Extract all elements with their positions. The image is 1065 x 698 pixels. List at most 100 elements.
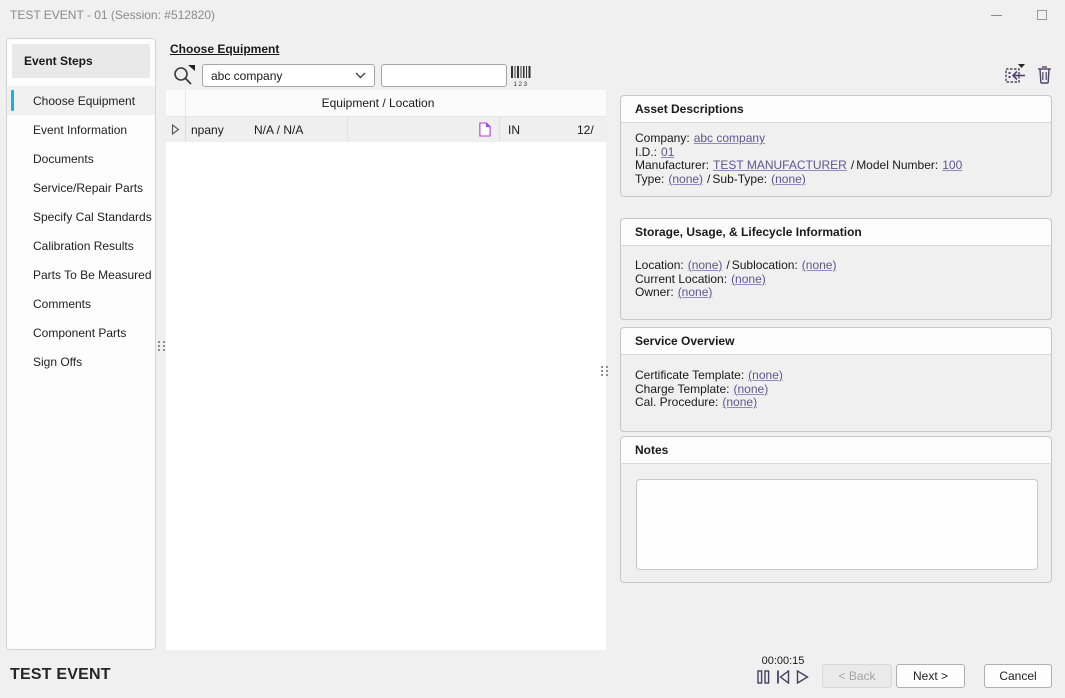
manufacturer-link[interactable]: TEST MANUFACTURER [713, 159, 847, 172]
equipment-search-input[interactable] [381, 64, 507, 87]
separator: / [707, 173, 710, 186]
document-icon [478, 122, 491, 137]
subtype-link[interactable]: (none) [771, 173, 806, 186]
session-timer-block: 00:00:15 [754, 655, 812, 684]
sidebar-item-label: Calibration Results [33, 239, 134, 253]
window-controls [973, 0, 1065, 30]
storage-usage-title: Storage, Usage, & Lifecycle Information [621, 219, 1051, 246]
type-link[interactable]: (none) [668, 173, 703, 186]
current-location-link[interactable]: (none) [731, 273, 766, 286]
event-steps-list: Choose Equipment Event Information Docum… [7, 86, 155, 376]
equipment-table-header[interactable]: Equipment / Location [166, 90, 606, 117]
barcode-digits: 123 [510, 82, 532, 88]
sidebar-item-label: Specify Cal Standards [33, 210, 152, 224]
company-filter-select[interactable]: abc company [202, 64, 375, 87]
company-link[interactable]: abc company [694, 132, 765, 145]
sublocation-link[interactable]: (none) [802, 259, 837, 272]
certificate-template-link[interactable]: (none) [748, 369, 783, 382]
model-number-label: Model Number: [856, 159, 938, 172]
sidebar-item-sign-offs[interactable]: Sign Offs [7, 347, 155, 376]
search-button[interactable] [172, 62, 198, 88]
asset-id-row: I.D.: 01 [635, 146, 1037, 160]
sidebar-item-service-repair-parts[interactable]: Service/Repair Parts [7, 173, 155, 202]
next-button[interactable]: Next > [896, 664, 965, 688]
current-location-row: Current Location: (none) [635, 273, 1037, 287]
chevron-down-icon [355, 72, 366, 79]
charge-template-row: Charge Template:(none) [635, 383, 1037, 397]
id-label: I.D.: [635, 146, 657, 159]
asset-descriptions-title: Asset Descriptions [621, 96, 1051, 123]
equipment-toolbar [1004, 62, 1056, 88]
maximize-button[interactable] [1019, 0, 1065, 30]
panel-splitter-handle[interactable] [601, 366, 611, 380]
owner-row: Owner: (none) [635, 286, 1037, 300]
pause-icon[interactable] [757, 670, 770, 684]
cancel-button[interactable]: Cancel [984, 664, 1052, 688]
notes-title: Notes [621, 437, 1051, 464]
row-empty-cell [348, 117, 470, 142]
sidebar-item-label: Documents [33, 152, 94, 166]
minimize-icon [991, 15, 1002, 16]
event-steps-panel: Event Steps Choose Equipment Event Infor… [6, 38, 156, 650]
row-document-cell[interactable] [470, 117, 500, 142]
model-number-link[interactable]: 100 [942, 159, 962, 172]
company-label: Company: [635, 132, 690, 145]
sidebar-item-documents[interactable]: Documents [7, 144, 155, 173]
skip-to-start-icon[interactable] [776, 670, 790, 684]
sidebar-item-choose-equipment[interactable]: Choose Equipment [7, 86, 155, 115]
sidebar-item-component-parts[interactable]: Component Parts [7, 318, 155, 347]
grid-import-icon [1004, 63, 1028, 85]
cal-procedure-label: Cal. Procedure: [635, 396, 718, 409]
sidebar-item-parts-to-be-measured[interactable]: Parts To Be Measured [7, 260, 155, 289]
back-button[interactable]: < Back [822, 664, 892, 688]
manufacturer-label: Manufacturer: [635, 159, 709, 172]
sublocation-label: Sublocation: [732, 259, 798, 272]
selected-step-indicator [11, 90, 14, 111]
row-company-cell: npany [186, 117, 250, 142]
sidebar-item-comments[interactable]: Comments [7, 289, 155, 318]
sidebar-item-calibration-results[interactable]: Calibration Results [7, 231, 155, 260]
search-icon [172, 62, 198, 88]
minimize-button[interactable] [973, 0, 1019, 30]
type-label: Type: [635, 173, 664, 186]
current-location-label: Current Location: [635, 273, 727, 286]
sidebar-item-label: Parts To Be Measured [33, 268, 152, 282]
sidebar-item-event-information[interactable]: Event Information [7, 115, 155, 144]
sidebar-item-label: Choose Equipment [33, 94, 135, 108]
location-link[interactable]: (none) [688, 259, 723, 272]
sidebar-item-specify-cal-standards[interactable]: Specify Cal Standards [7, 202, 155, 231]
cal-procedure-link[interactable]: (none) [722, 396, 757, 409]
id-link[interactable]: 01 [661, 146, 674, 159]
owner-link[interactable]: (none) [678, 286, 713, 299]
barcode-scan-button[interactable]: 123 [510, 66, 532, 86]
location-row: Location:(none)/Sublocation:(none) [635, 259, 1037, 273]
service-overview-card: Service Overview Certificate Template:(n… [620, 327, 1052, 432]
equipment-row[interactable]: npany N/A / N/A IN 12/ [166, 117, 606, 142]
row-expander[interactable] [166, 117, 186, 142]
play-icon[interactable] [796, 670, 809, 684]
asset-manufacturer-row: Manufacturer:TEST MANUFACTURER/Model Num… [635, 159, 1037, 173]
company-filter-value: abc company [211, 69, 282, 83]
event-title: TEST EVENT [10, 666, 111, 684]
charge-template-link[interactable]: (none) [734, 383, 769, 396]
expand-arrow-icon [171, 124, 180, 135]
service-overview-title: Service Overview [621, 328, 1051, 355]
row-status-cell: IN [500, 117, 570, 142]
delete-button[interactable] [1037, 64, 1052, 87]
notes-card: Notes [620, 436, 1052, 583]
storage-usage-card: Storage, Usage, & Lifecycle Information … [620, 218, 1052, 320]
sidebar-item-label: Comments [33, 297, 91, 311]
subtype-label: Sub-Type: [712, 173, 767, 186]
sidebar-item-label: Service/Repair Parts [33, 181, 143, 195]
sidebar-item-label: Sign Offs [33, 355, 82, 369]
notes-input[interactable] [636, 479, 1038, 570]
separator: / [726, 259, 729, 272]
certificate-template-row: Certificate Template: (none) [635, 369, 1037, 383]
expander-column-header [166, 90, 186, 116]
owner-label: Owner: [635, 286, 674, 299]
maximize-icon [1037, 10, 1047, 20]
equipment-table: Equipment / Location npany N/A / N/A IN … [166, 90, 606, 650]
column-header-equipment-location: Equipment / Location [186, 96, 606, 110]
equipment-list-options-button[interactable] [1004, 63, 1028, 88]
certificate-template-label: Certificate Template: [635, 369, 744, 382]
